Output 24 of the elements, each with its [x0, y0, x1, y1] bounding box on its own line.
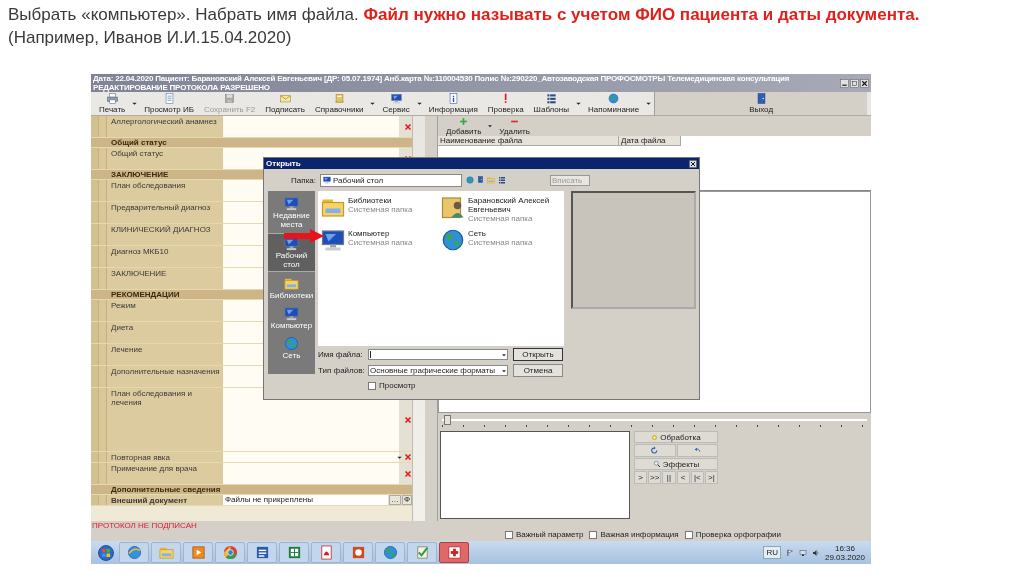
field-label: Предварительный диагноз — [91, 202, 222, 223]
field-label: Режим — [91, 300, 222, 321]
field-label: Лечение — [91, 344, 222, 365]
field-label: Аллергологический анамнез — [91, 116, 222, 137]
field-label: Внешний документ — [91, 495, 222, 505]
dialog-title: Открыть — [266, 159, 301, 168]
status-text: ПРОТОКОЛ НЕ ПОДПИСАН — [91, 521, 198, 530]
section-header: Дополнительные сведения — [91, 485, 412, 494]
field-label: Общий статус — [91, 148, 222, 169]
field-label: Диета — [91, 322, 222, 343]
section-header: Общий статус — [91, 138, 412, 147]
field-label: Диагноз МКБ10 — [91, 246, 222, 267]
field-label: ЗАКЛЮЧЕНИЕ — [91, 268, 222, 289]
slide-text: Выбрать «компьютер». Набрать имя файла. Файл нужно называть с учетом ФИО пациента и даты документа. — [8, 4, 921, 26]
slide-text: (Например, Иванов И.И.15.04.2020) — [8, 27, 293, 49]
field-label: КЛИНИЧЕСКИЙ ДИАГНОЗ — [91, 224, 222, 245]
window-title: Дата: 22.04.2020 Пациент: Барановский Алексей Евгеньевич [ДР: 05.07.1974] Анб.карта №:110004530 Полис №:290220_Автозаводская ПРОФОСМОТРЫ Телемедицинская консультация РЕДАКТИРОВАНИЕ ПРОТОКОЛА РАЗРЕШЕНО — [93, 74, 791, 92]
field-label: Дополнительные назначения — [91, 366, 222, 387]
field-label: Повторная явка — [91, 452, 222, 462]
field-label: Тип файлов: — [318, 366, 366, 375]
field-label: План обследования — [91, 180, 222, 201]
field-label: Имя файла: — [318, 350, 364, 359]
field-label: План обследования и лечения — [91, 388, 222, 451]
field-label: Примечание для врача — [91, 463, 222, 484]
